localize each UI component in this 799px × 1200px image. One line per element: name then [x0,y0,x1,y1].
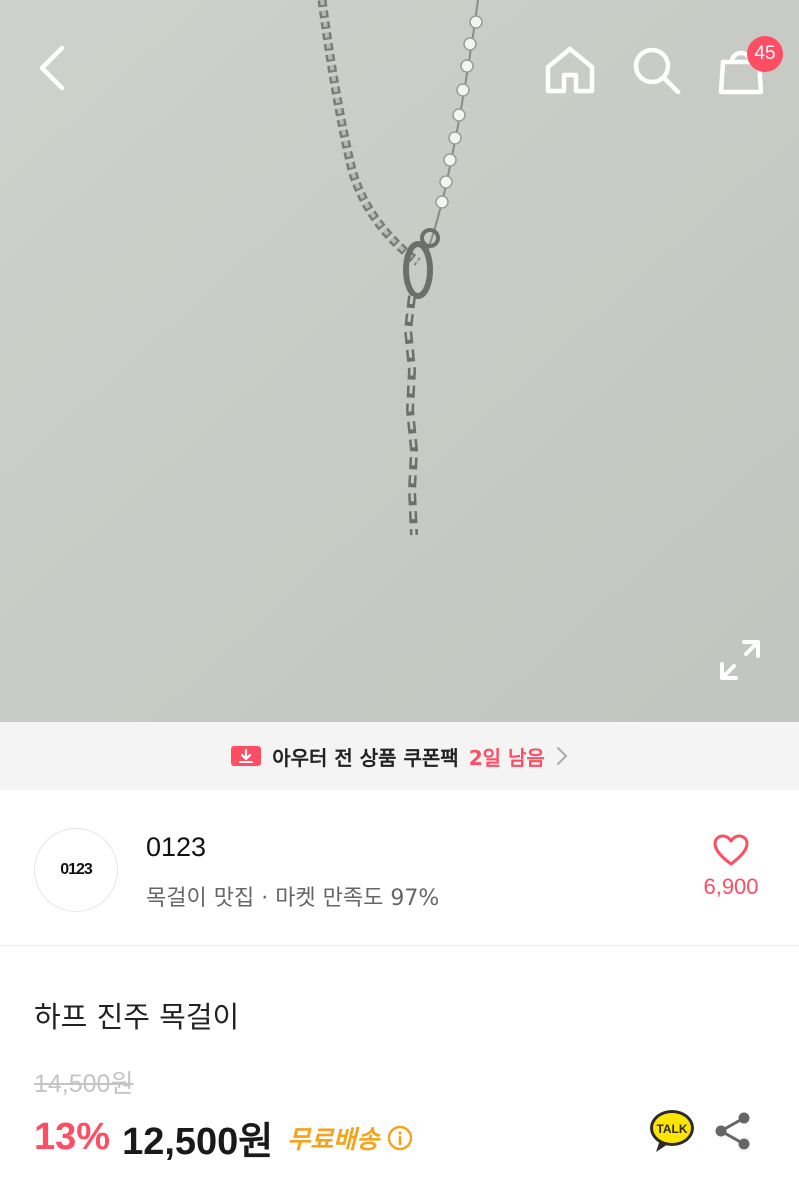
home-icon [545,46,595,94]
share-button[interactable] [712,1110,754,1152]
cart-count-badge: 45 [747,36,783,72]
seller-name[interactable]: 0123 [146,832,206,863]
kakaotalk-icon: TALK [650,1110,694,1152]
talk-label: TALK [656,1122,687,1136]
product-image[interactable]: 45 [0,0,799,722]
favorite-count: 6,900 [703,874,759,899]
discount-rate: 13% [34,1116,111,1158]
heart-icon [713,834,749,866]
seller-separator: · [254,886,276,911]
price-row: 13% 12,500원 무료배송 [34,1110,413,1165]
coupon-icon [231,746,262,766]
chevron-right-icon [556,747,567,765]
expand-icon [720,640,760,680]
seller-section[interactable]: 0123 0123 목걸이 맛집 · 마켓 만족도 97% 6,900 [0,790,799,946]
free-shipping-label: 무료배송 [287,1124,380,1154]
coupon-banner[interactable]: 아우터 전 상품 쿠폰팩 2일 남음 [0,722,799,790]
favorite-button[interactable]: 6,900 [690,834,772,900]
kakaotalk-button[interactable]: TALK [648,1108,696,1154]
necklace-photo [0,0,799,722]
info-icon[interactable] [387,1125,413,1151]
seller-logo[interactable]: 0123 [34,828,118,912]
expand-image-button[interactable] [716,636,764,684]
back-button[interactable] [22,38,82,98]
original-price: 14,500원 [34,1070,134,1098]
coupon-banner-text: 아우터 전 상품 쿠폰팩 [272,745,459,770]
product-title: 하프 진주 목걸이 [34,1000,240,1034]
seller-satisfaction: 마켓 만족도 97% [275,886,440,911]
home-button[interactable] [538,38,602,102]
coupon-remaining-days: 2일 남음 [468,745,545,770]
chevron-left-icon [39,45,65,91]
search-icon [633,47,681,95]
sale-price: 12,500원 [122,1121,274,1163]
seller-tag: 목걸이 맛집 [146,886,255,911]
search-button[interactable] [624,38,688,102]
share-icon [715,1112,750,1150]
seller-info: 목걸이 맛집 · 마켓 만족도 97% [146,880,439,912]
